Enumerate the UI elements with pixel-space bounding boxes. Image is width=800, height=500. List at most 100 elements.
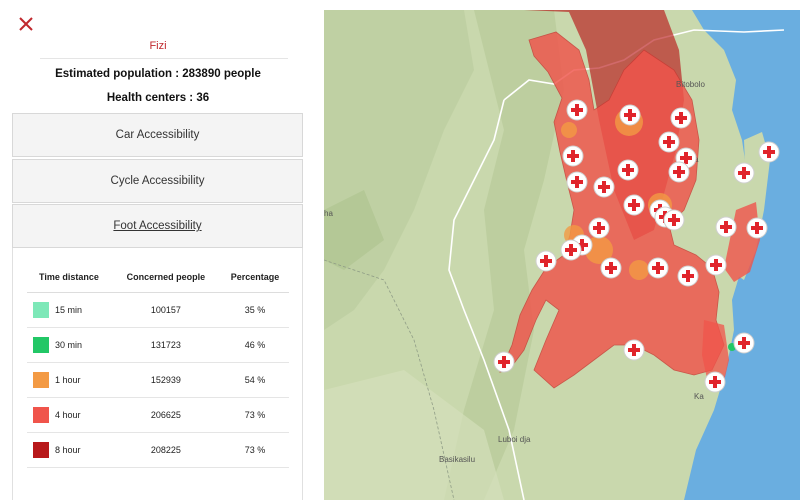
- health-center-marker[interactable]: [677, 265, 699, 287]
- legend-swatch: [33, 301, 49, 318]
- time-label: 30 min: [55, 339, 83, 350]
- region-name: Fizi: [149, 40, 167, 52]
- red-cross-icon: [628, 109, 632, 121]
- foot-accessibility-content: Time distance Concerned people Percentag…: [12, 248, 303, 500]
- red-cross-icon: [575, 104, 579, 116]
- table-row: 15 min 100157 35 %: [27, 292, 289, 328]
- red-cross-icon: [713, 376, 717, 388]
- cycle-accessibility-tab[interactable]: Cycle Accessibility: [12, 159, 303, 203]
- health-center-marker[interactable]: [600, 257, 622, 279]
- red-cross-icon: [742, 167, 746, 179]
- health-center-marker[interactable]: [560, 239, 582, 261]
- health-center-marker[interactable]: [733, 162, 755, 184]
- health-center-marker[interactable]: [619, 104, 641, 126]
- health-center-marker[interactable]: [733, 332, 755, 354]
- health-center-marker[interactable]: [562, 145, 584, 167]
- health-center-marker[interactable]: [670, 107, 692, 129]
- info-panel: Fizi Estimated population : 283890 peopl…: [0, 0, 316, 500]
- red-cross-icon: [672, 214, 676, 226]
- isochrone-1h: [629, 260, 649, 280]
- close-icon: [19, 17, 33, 31]
- table-row: 1 hour 152939 54 %: [27, 362, 289, 398]
- place-label: Bitobolo: [676, 80, 705, 89]
- red-cross-icon: [714, 259, 718, 271]
- red-cross-icon: [656, 262, 660, 274]
- table-row: 8 hour 208225 73 %: [27, 432, 289, 468]
- isochrone-1h: [561, 122, 577, 138]
- health-center-marker[interactable]: [588, 217, 610, 239]
- time-cell: 8 hour: [27, 432, 111, 468]
- red-cross-icon: [632, 344, 636, 356]
- time-label: 1 hour: [55, 374, 81, 385]
- place-label: ha: [324, 209, 333, 218]
- percent-cell: 46 %: [220, 327, 289, 363]
- health-center-marker[interactable]: [746, 217, 768, 239]
- place-label: Luboi dja: [498, 435, 531, 444]
- red-cross-icon: [724, 221, 728, 233]
- health-center-marker[interactable]: [493, 351, 515, 373]
- legend-swatch: [33, 441, 49, 458]
- red-cross-icon: [609, 262, 613, 274]
- red-cross-icon: [684, 152, 688, 164]
- people-cell: 100157: [110, 292, 221, 328]
- red-cross-icon: [632, 199, 636, 211]
- health-center-marker[interactable]: [715, 216, 737, 238]
- health-center-marker[interactable]: [704, 371, 726, 393]
- percent-cell: 35 %: [220, 292, 289, 328]
- red-cross-icon: [626, 164, 630, 176]
- people-cell: 206625: [110, 397, 221, 433]
- time-label: 15 min: [55, 304, 83, 315]
- health-center-marker[interactable]: [647, 257, 669, 279]
- time-cell: 1 hour: [27, 362, 111, 398]
- time-cell: 4 hour: [27, 397, 111, 433]
- place-label: Basikasilu: [439, 455, 475, 464]
- header-concerned-people: Concerned people: [110, 262, 221, 293]
- red-cross-icon: [667, 136, 671, 148]
- health-center-marker[interactable]: [623, 339, 645, 361]
- car-accessibility-tab[interactable]: Car Accessibility: [12, 113, 303, 157]
- health-center-marker[interactable]: [617, 159, 639, 181]
- health-center-marker[interactable]: [623, 194, 645, 216]
- percent-cell: 54 %: [220, 362, 289, 398]
- red-cross-icon: [602, 181, 606, 193]
- people-cell: 152939: [110, 362, 221, 398]
- place-label: Ka: [694, 392, 704, 401]
- foot-accessibility-label: Foot Accessibility: [113, 220, 202, 232]
- percent-cell: 73 %: [220, 432, 289, 468]
- health-center-marker[interactable]: [593, 176, 615, 198]
- health-center-marker[interactable]: [658, 131, 680, 153]
- red-cross-icon: [544, 255, 548, 267]
- people-cell: 131723: [110, 327, 221, 363]
- table-row: 4 hour 206625 73 %: [27, 397, 289, 433]
- red-cross-icon: [569, 244, 573, 256]
- time-label: 4 hour: [55, 409, 81, 420]
- health-center-marker[interactable]: [535, 250, 557, 272]
- health-center-marker[interactable]: [705, 254, 727, 276]
- time-label: 8 hour: [55, 444, 81, 455]
- health-center-marker[interactable]: [566, 171, 588, 193]
- header-percentage: Percentage: [220, 262, 289, 293]
- legend-swatch: [33, 336, 49, 353]
- legend-swatch: [33, 371, 49, 388]
- time-cell: 15 min: [27, 292, 111, 328]
- cycle-accessibility-label: Cycle Accessibility: [110, 175, 205, 187]
- divider: [40, 58, 288, 59]
- map-canvas[interactable]: Bitobolo Luboi dja Basikasilu Ka a ha: [324, 10, 800, 500]
- close-button[interactable]: [16, 14, 36, 34]
- health-center-marker[interactable]: [566, 99, 588, 121]
- red-cross-icon: [502, 356, 506, 368]
- health-centers-stat: Health centers : 36: [106, 92, 210, 104]
- red-cross-icon: [677, 166, 681, 178]
- health-center-marker[interactable]: [758, 141, 780, 163]
- header-time-distance: Time distance: [27, 262, 111, 293]
- health-center-marker[interactable]: [663, 209, 685, 231]
- red-cross-icon: [755, 222, 759, 234]
- health-center-marker[interactable]: [668, 161, 690, 183]
- foot-accessibility-tab[interactable]: Foot Accessibility: [12, 204, 303, 248]
- map-view[interactable]: Bitobolo Luboi dja Basikasilu Ka a ha: [324, 10, 800, 500]
- legend-swatch: [33, 406, 49, 423]
- accessibility-table: Time distance Concerned people Percentag…: [27, 262, 289, 468]
- car-accessibility-label: Car Accessibility: [115, 129, 200, 141]
- red-cross-icon: [597, 222, 601, 234]
- percent-cell: 73 %: [220, 397, 289, 433]
